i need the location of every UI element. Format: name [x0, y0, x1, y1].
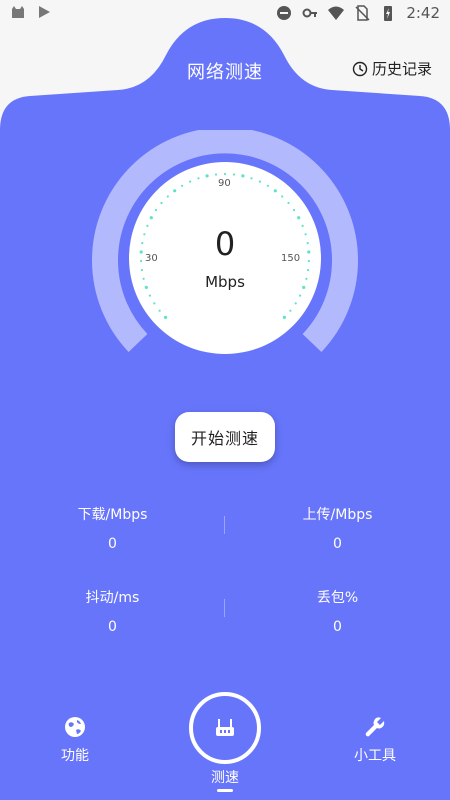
gauge-tick — [297, 216, 301, 220]
loss-stat: 丢包% 0 — [225, 587, 450, 635]
gauge-tick — [164, 315, 168, 319]
gauge-tick — [173, 189, 177, 193]
history-button[interactable]: 历史记录 — [352, 58, 432, 79]
gauge-tick — [258, 180, 261, 183]
speed-value: 0 — [214, 225, 236, 263]
gauge-tick — [140, 268, 143, 272]
download-label: 下载/Mbps — [77, 507, 148, 523]
gauge-tick — [223, 172, 227, 176]
gauge-tick — [214, 173, 218, 176]
gauge-tick — [181, 184, 184, 187]
gauge-tick — [153, 302, 156, 305]
jitter-label: 抖动/ms — [85, 590, 140, 606]
gauge-tick — [158, 309, 161, 312]
gauge-tick — [282, 315, 286, 319]
nav-features-label: 功能 — [61, 748, 89, 764]
gauge-tick — [299, 294, 302, 297]
jitter-value: 0 — [108, 619, 117, 635]
upload-stat: 上传/Mbps 0 — [225, 504, 450, 552]
nav-tools-label: 小工具 — [354, 748, 396, 764]
nav-tools[interactable]: 小工具 — [349, 715, 401, 765]
gauge-tick — [205, 174, 209, 178]
gauge-tick — [307, 268, 310, 272]
clock-icon — [352, 61, 368, 76]
jitter-stat: 抖动/ms 0 — [0, 587, 225, 635]
upload-label: 上传/Mbps — [302, 507, 373, 523]
nav-speedtest-label[interactable]: 测速 — [0, 767, 450, 787]
gauge-tick — [250, 177, 253, 180]
gauge-tick — [241, 174, 245, 178]
header-background — [0, 18, 450, 800]
tick-label-top: 90 — [218, 178, 231, 189]
gauge-tick — [292, 209, 296, 212]
gauge-tick — [160, 201, 163, 205]
gauge-tick — [149, 216, 153, 220]
gauge-tick — [197, 177, 200, 180]
start-test-button[interactable]: 开始测速 — [175, 412, 275, 462]
gauge-tick — [266, 184, 269, 187]
gauge-tick — [287, 201, 290, 205]
wrench-icon — [365, 717, 385, 737]
gauge-tick — [294, 302, 297, 305]
gauge-tick — [281, 195, 284, 198]
gauge-tick — [166, 195, 169, 198]
gauge-tick — [273, 189, 277, 193]
globe-icon — [65, 717, 85, 737]
nav-speedtest[interactable] — [189, 692, 261, 764]
gauge-tick — [154, 209, 158, 212]
gauge-tick — [189, 180, 192, 183]
nav-active-indicator — [217, 789, 233, 792]
history-label: 历史记录 — [371, 60, 432, 78]
loss-label: 丢包% — [316, 590, 359, 606]
upload-value: 0 — [333, 536, 342, 552]
loss-value: 0 — [333, 619, 342, 635]
gauge-tick — [148, 294, 151, 297]
download-stat: 下载/Mbps 0 — [0, 504, 225, 552]
nav-features[interactable]: 功能 — [57, 715, 93, 765]
router-icon — [216, 719, 234, 736]
speed-unit: Mbps — [205, 273, 245, 291]
download-value: 0 — [108, 536, 117, 552]
gauge-tick — [232, 173, 236, 176]
gauge-tick — [289, 309, 292, 312]
